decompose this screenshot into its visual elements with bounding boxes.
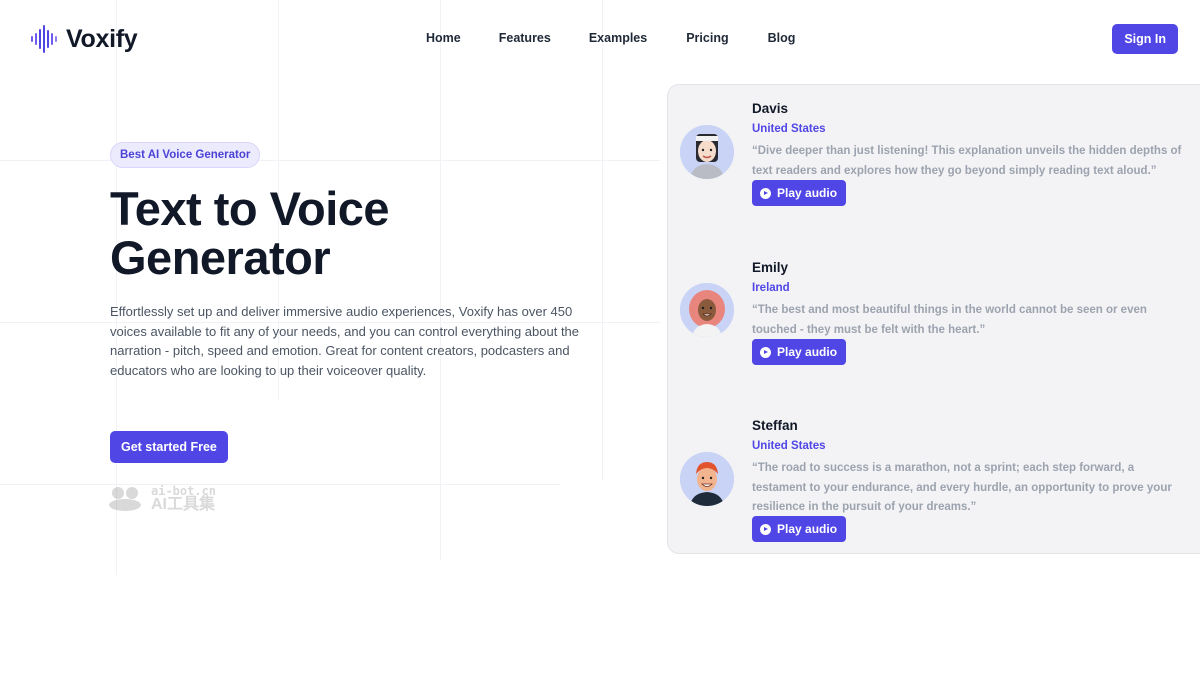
hero-badge: Best AI Voice Generator [110,142,261,168]
play-icon [760,346,771,358]
play-audio-label: Play audio [777,186,838,200]
play-audio-button[interactable]: Play audio [752,339,847,365]
hero-description: Effortlessly set up and deliver immersiv… [110,304,580,378]
hero-title: Text to Voice Generator [110,182,390,284]
avatar-davis-icon [680,125,734,179]
voice-quote: “The road to success is a marathon, not … [752,462,1172,513]
nav-item-home[interactable]: Home [426,31,461,45]
voice-quote: “Dive deeper than just listening! This e… [752,145,1182,177]
avatar [680,452,734,506]
waveform-logo-icon [31,25,57,53]
avatar [680,125,734,179]
watermark-logo-icon [109,487,141,511]
voice-name: Davis [752,101,789,116]
nav-item-blog[interactable]: Blog [768,31,796,45]
site-header: Voxify Home Features Examples Pricing Bl… [0,0,1200,78]
play-audio-label: Play audio [777,522,838,536]
nav-item-examples[interactable]: Examples [589,31,647,45]
voice-name: Steffan [752,418,798,433]
play-icon [760,523,771,535]
play-icon [760,187,771,199]
voice-samples-panel: Davis United States “Dive deeper than ju… [667,84,1200,554]
sign-in-button[interactable]: Sign In [1112,24,1178,54]
nav-item-pricing[interactable]: Pricing [686,31,728,45]
play-audio-button[interactable]: Play audio [752,180,847,206]
main-nav: Home Features Examples Pricing Blog [426,31,795,45]
brand-logo[interactable]: Voxify [30,24,138,54]
avatar [680,283,734,337]
background-gridline [0,160,660,161]
watermark: ai-bot.cn AI工具集 [105,484,216,513]
voice-quote: “The best and most beautiful things in t… [752,304,1147,336]
avatar-steffan-icon [680,452,734,506]
play-audio-button[interactable]: Play audio [752,516,847,542]
get-started-button[interactable]: Get started Free [110,431,228,463]
voice-country: United States [752,440,826,452]
watermark-label: AI工具集 [151,496,216,513]
avatar-emily-icon [680,283,734,337]
voice-country: Ireland [752,282,790,294]
voice-country: United States [752,123,826,135]
nav-item-features[interactable]: Features [499,31,551,45]
brand-name: Voxify [66,24,138,53]
voice-name: Emily [752,260,789,275]
background-gridline [0,484,560,485]
play-audio-label: Play audio [777,345,838,359]
